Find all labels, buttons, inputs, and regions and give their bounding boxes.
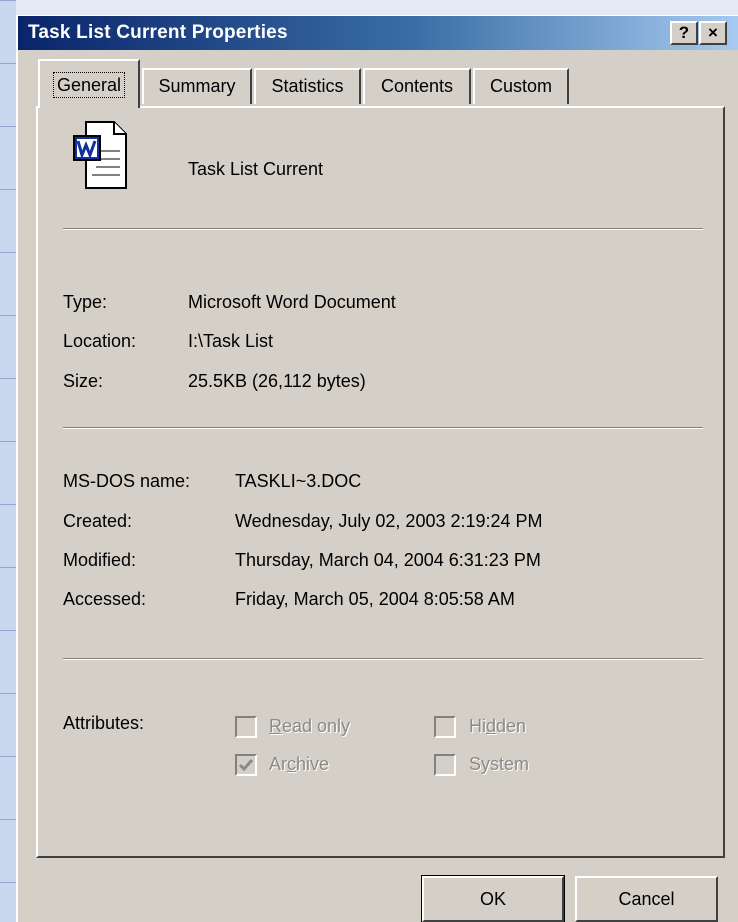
tab-statistics-label: Statistics: [271, 76, 344, 96]
background-row-strip: [0, 0, 16, 922]
tab-general[interactable]: General: [38, 59, 140, 108]
location-label: Location:: [63, 331, 137, 351]
ok-button[interactable]: OK: [421, 875, 565, 922]
modified-value: Thursday, March 04, 2004 6:31:23 PM: [235, 550, 541, 570]
created-value: Wednesday, July 02, 2003 2:19:24 PM: [235, 511, 543, 531]
archive-label: Archive: [269, 754, 330, 774]
separator: [63, 658, 703, 660]
system-checkbox[interactable]: [434, 754, 456, 776]
hidden-label: Hidden: [469, 716, 527, 736]
tab-contents[interactable]: Contents: [363, 68, 471, 104]
size-value: 25.5KB (26,112 bytes): [188, 371, 366, 391]
attributes-label: Attributes:: [63, 713, 145, 733]
read-only-label: Read only: [269, 716, 351, 736]
tab-custom[interactable]: Custom: [473, 68, 569, 104]
help-button[interactable]: ?: [670, 21, 698, 45]
tab-contents-label: Contents: [380, 76, 454, 96]
separator: [63, 427, 703, 429]
tab-summary-label: Summary: [158, 76, 236, 96]
title-bar[interactable]: Task List Current Properties ? ×: [18, 16, 738, 50]
hidden-checkbox[interactable]: [434, 716, 456, 738]
type-label: Type:: [63, 292, 108, 312]
accessed-value: Friday, March 05, 2004 8:05:58 AM: [235, 589, 515, 609]
tab-summary[interactable]: Summary: [142, 68, 252, 104]
window-title: Task List Current Properties: [28, 22, 288, 43]
created-label: Created:: [63, 511, 133, 531]
properties-dialog: Task List Current Properties ? × General…: [16, 15, 738, 922]
tab-general-label: General: [52, 72, 126, 98]
read-only-checkbox[interactable]: [235, 716, 257, 738]
archive-checkbox[interactable]: [235, 754, 257, 776]
tab-statistics[interactable]: Statistics: [254, 68, 361, 104]
close-button[interactable]: ×: [699, 21, 727, 45]
help-icon: ?: [678, 23, 690, 42]
close-icon: ×: [708, 23, 718, 42]
system-label: System: [469, 754, 530, 774]
accessed-label: Accessed:: [63, 589, 147, 609]
word-document-icon: [73, 121, 127, 189]
type-value: Microsoft Word Document: [188, 292, 396, 312]
modified-label: Modified:: [63, 550, 137, 570]
tab-custom-label: Custom: [489, 76, 552, 96]
checkmark-icon: [238, 759, 254, 772]
msdos-name-label: MS-DOS name:: [63, 471, 191, 491]
msdos-name-value: TASKLI~3.DOC: [235, 471, 362, 491]
size-label: Size:: [63, 371, 104, 391]
cancel-button[interactable]: Cancel: [575, 876, 718, 922]
location-value: I:\Task List: [188, 331, 274, 351]
separator: [63, 228, 703, 230]
file-name: Task List Current: [188, 159, 324, 179]
